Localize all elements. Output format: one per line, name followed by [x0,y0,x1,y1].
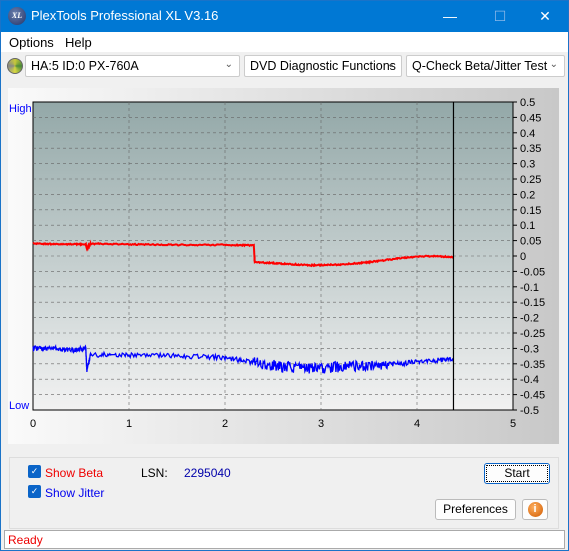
drive-value: HA:5 ID:0 PX-760A [31,59,139,73]
show-jitter-label[interactable]: Show Jitter [45,486,104,500]
x-tick-label: 2 [222,418,228,430]
y-tick-label: -0.45 [520,390,545,402]
y-tick-label: 0.4 [520,128,535,140]
app-logo: XL [8,7,26,25]
title-bar: XL PlexTools Professional XL V3.16 — ☐ ✕ [1,1,568,32]
y-tick-label: -0.3 [520,343,539,355]
low-label: Low [9,400,29,412]
y-tick-label: -0.1 [520,282,539,294]
cd-drive-icon [7,58,23,74]
x-tick-label: 0 [30,418,36,430]
drive-select[interactable]: HA:5 ID:0 PX-760A ⌄ [25,55,240,77]
high-label: High [9,103,32,115]
maximize-button[interactable]: ☐ [485,5,515,27]
y-tick-label: 0.35 [520,143,541,155]
x-tick-label: 5 [510,418,516,430]
test-value: Q-Check Beta/Jitter Test [412,59,547,73]
status-bar: Ready [4,530,565,549]
lsn-value: 2295040 [184,466,231,480]
minimize-button[interactable]: — [435,5,465,27]
test-select[interactable]: Q-Check Beta/Jitter Test ⌄ [406,55,565,77]
y-tick-label: 0.25 [520,174,541,186]
y-tick-label: -0.25 [520,328,545,340]
lsn-label: LSN: [141,466,168,480]
chevron-down-icon: ⌄ [225,59,233,70]
controls-panel: ✓ Show Beta ✓ Show Jitter LSN: 2295040 S… [9,457,559,529]
menu-bar: Options Help [1,32,568,52]
beta-jitter-chart: 0.5 0.45 0.4 0.35 0.3 0.25 0.2 0.15 0.1 0.05 0 -0.0… [8,88,559,444]
start-button[interactable]: Start [484,463,550,484]
y-tick-label: -0.15 [520,297,545,309]
y-tick-label: 0.05 [520,236,541,248]
y-tick-label: -0.2 [520,313,539,325]
x-tick-label: 1 [126,418,132,430]
menu-help[interactable]: Help [65,35,92,50]
y-tick-label: -0.4 [520,374,539,386]
y-tick-label: 0.5 [520,97,535,109]
y-tick-label: 0.45 [520,112,541,124]
show-beta-checkbox[interactable]: ✓ [28,465,41,478]
function-value: DVD Diagnostic Functions [250,59,396,73]
y-tick-label: -0.5 [520,405,539,417]
menu-options[interactable]: Options [9,35,54,50]
chart-panel: 0.5 0.45 0.4 0.35 0.3 0.25 0.2 0.15 0.1 0.05 0 -0.0… [8,88,559,444]
preferences-button[interactable]: Preferences [435,499,516,520]
x-tick-label: 4 [414,418,420,430]
chevron-down-icon: ⌄ [387,59,395,70]
y-tick-label: 0.1 [520,220,535,232]
y-tick-label: -0.05 [520,266,545,278]
info-icon: i [528,502,543,517]
show-jitter-checkbox[interactable]: ✓ [28,485,41,498]
show-beta-label[interactable]: Show Beta [45,466,103,480]
function-select[interactable]: DVD Diagnostic Functions ⌄ [244,55,402,77]
y-tick-label: 0.2 [520,189,535,201]
close-button[interactable]: ✕ [530,5,560,27]
x-tick-label: 3 [318,418,324,430]
info-button[interactable]: i [522,499,548,520]
chevron-down-icon: ⌄ [550,59,558,70]
y-tick-label: 0.3 [520,159,535,171]
y-tick-label: 0 [520,251,526,263]
y-tick-label: -0.35 [520,359,545,371]
y-tick-label: 0.15 [520,205,541,217]
window-title: PlexTools Professional XL V3.16 [31,8,218,23]
